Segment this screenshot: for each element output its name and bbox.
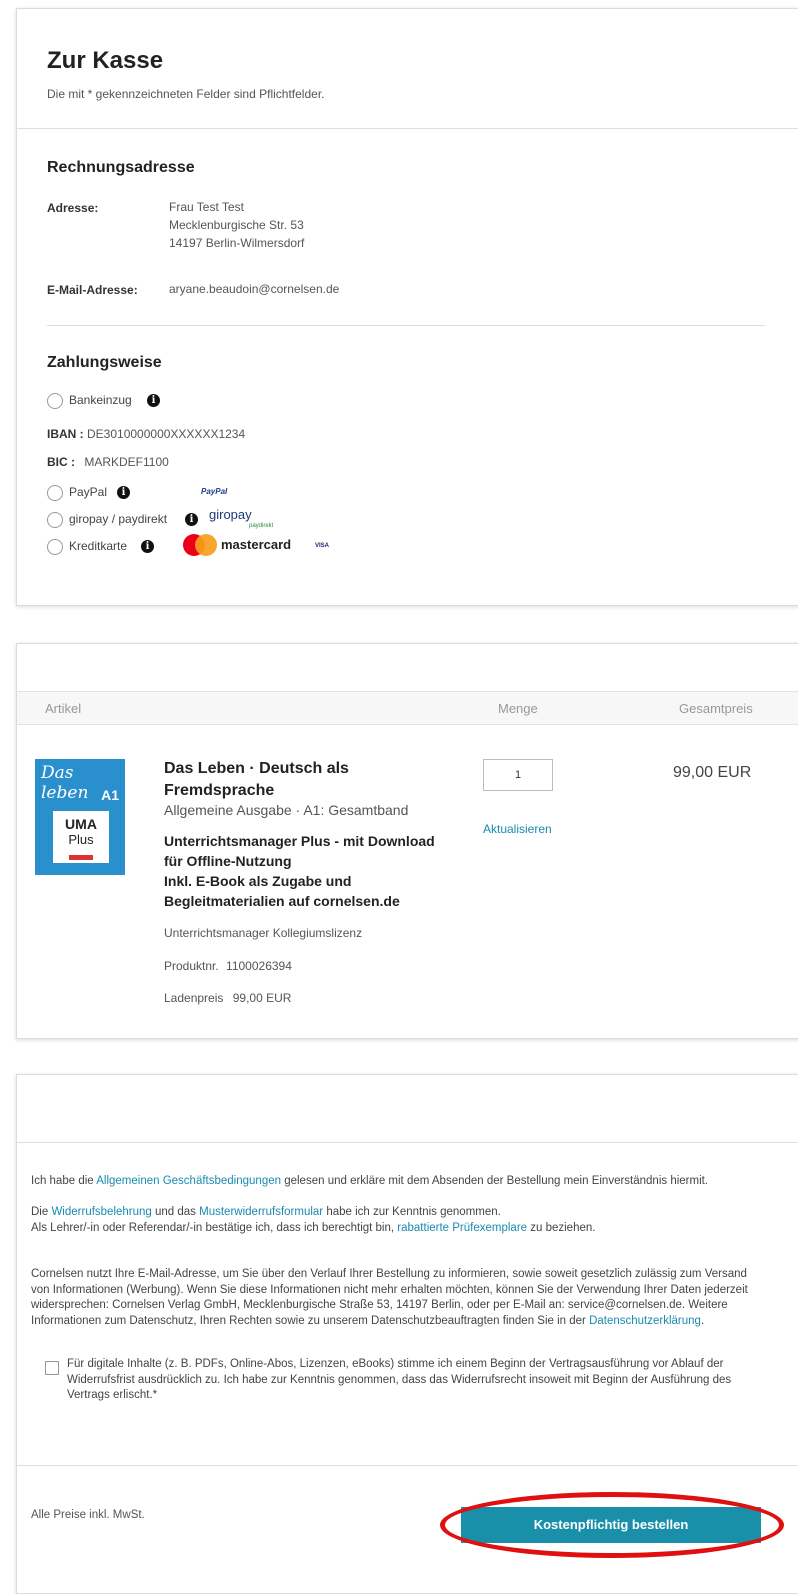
billing-heading: Rechnungsadresse xyxy=(47,159,195,176)
paypal-logo-text: PayPal xyxy=(201,487,228,496)
address-block: Frau Test Test Mecklenburgische Str. 53 … xyxy=(169,198,304,252)
checkout-card: Zur Kasse Die mit * gekennzeichneten Fel… xyxy=(16,8,798,606)
shop-price-row: Ladenpreis 99,00 EUR xyxy=(164,991,291,1005)
terms-text: gelesen und erkläre mit dem Absenden der… xyxy=(281,1175,709,1187)
product-license: Unterrichtsmanager Kollegiumslizenz xyxy=(164,926,363,940)
shop-price-label: Ladenpreis xyxy=(164,991,224,1005)
column-header-quantity: Menge xyxy=(498,701,538,716)
terms-text: Die xyxy=(31,1206,52,1218)
terms-text: habe ich zur Kenntnis genommen. xyxy=(323,1206,501,1218)
info-icon[interactable]: i xyxy=(147,394,160,407)
product-number-row: Produktnr. 1100026394 xyxy=(164,959,292,973)
terms-text: Als Lehrer/-in oder Referendar/-in bestä… xyxy=(31,1222,398,1234)
iban-row: IBAN : DE3010000000XXXXXX1234 xyxy=(47,427,245,441)
product-description-line: Begleitmaterialien auf cornelsen.de xyxy=(164,893,400,909)
privacy-text: . xyxy=(700,1314,705,1327)
divider xyxy=(17,1142,798,1143)
cover-level: A1 xyxy=(101,787,119,803)
terms-withdrawal: Die Widerrufsbelehrung und das Musterwid… xyxy=(31,1205,761,1221)
terms-agb: Ich habe die Allgemeinen Geschäftsbeding… xyxy=(31,1174,761,1190)
bic-label: BIC : xyxy=(47,455,75,469)
terms-card: Ich habe die Allgemeinen Geschäftsbeding… xyxy=(16,1074,798,1594)
address-label: Adresse: xyxy=(47,201,99,215)
info-icon[interactable]: i xyxy=(141,540,154,553)
cover-badge: UMA Plus xyxy=(53,811,109,863)
payment-heading: Zahlungsweise xyxy=(47,354,162,371)
privacy-notice: Cornelsen nutzt Ihre E-Mail-Adresse, um … xyxy=(31,1267,761,1329)
product-description: Unterrichtsmanager Plus - mit Download f… xyxy=(164,831,435,911)
cornelsen-logo xyxy=(69,855,93,860)
terms-text: Ich habe die xyxy=(31,1175,97,1187)
address-line: Frau Test Test xyxy=(169,200,244,214)
radio-bankeinzug[interactable] xyxy=(47,393,63,409)
consent-text: Für digitale Inhalte (z. B. PDFs, Online… xyxy=(67,1358,732,1401)
product-description-line: Inkl. E-Book als Zugabe und xyxy=(164,873,352,889)
mastercard-icon xyxy=(183,534,217,556)
paydirekt-logo: paydirekt xyxy=(249,523,274,529)
update-link[interactable]: Aktualisieren xyxy=(483,822,552,836)
giropay-logo: giropay xyxy=(209,507,252,522)
paypal-logo: PayPal xyxy=(201,487,227,496)
visa-logo: VISA xyxy=(315,543,330,549)
divider xyxy=(47,325,765,326)
bic-row: BIC : MARKDEF1100 xyxy=(47,455,169,469)
info-icon[interactable]: i xyxy=(117,486,130,499)
option-label-kreditkarte: Kreditkarte xyxy=(69,539,128,553)
terms-text: zu beziehen. xyxy=(527,1222,596,1234)
iban-value: DE3010000000XXXXXX1234 xyxy=(87,427,246,441)
giropay-logo-text: giropay xyxy=(209,507,252,522)
divider xyxy=(17,1465,798,1466)
product-name-line: Fremdsprache xyxy=(164,782,275,799)
address-line: 14197 Berlin-Wilmersdorf xyxy=(169,236,305,250)
terms-text: und das xyxy=(151,1206,200,1218)
cover-badge-plus: Plus xyxy=(68,832,94,847)
product-name[interactable]: Das Leben · Deutsch als Fremdsprache xyxy=(164,758,349,802)
column-header-article: Artikel xyxy=(45,701,82,716)
option-label-bankeinzug: Bankeinzug xyxy=(69,393,132,407)
info-icon[interactable]: i xyxy=(185,513,198,526)
column-header-total: Gesamtpreis xyxy=(679,701,753,716)
product-description-line: Unterrichtsmanager Plus - mit Download xyxy=(164,833,435,849)
page-title: Zur Kasse xyxy=(47,47,164,74)
agb-link[interactable]: Allgemeinen Geschäftsbedingungen xyxy=(96,1175,281,1187)
product-number: 1100026394 xyxy=(226,959,292,973)
radio-giropay[interactable] xyxy=(47,512,63,528)
terms-teacher: Als Lehrer/-in oder Referendar/-in bestä… xyxy=(31,1221,761,1237)
table-header: Artikel Menge Gesamtpreis xyxy=(17,691,798,725)
withdrawal-form-link[interactable]: Musterwiderrufsformular xyxy=(199,1206,323,1218)
product-name-line: Das Leben · Deutsch als xyxy=(164,760,349,777)
shop-price: 99,00 EUR xyxy=(232,991,292,1005)
quantity-input[interactable]: 1 xyxy=(483,759,553,791)
review-copies-link[interactable]: rabattierte Prüfexemplare xyxy=(397,1222,527,1234)
iban-label: IBAN : xyxy=(47,427,84,441)
consent-checkbox[interactable] xyxy=(45,1361,59,1375)
product-cover-image[interactable]: Das leben A1 UMA Plus xyxy=(35,759,125,875)
radio-paypal[interactable] xyxy=(47,485,63,501)
privacy-policy-link[interactable]: Datenschutzerklärung xyxy=(589,1315,701,1327)
divider xyxy=(17,128,798,129)
email-value: aryane.beaudoin@cornelsen.de xyxy=(169,282,340,296)
cover-badge-uma: UMA xyxy=(65,816,97,832)
required-note: Die mit * gekennzeichneten Felder sind P… xyxy=(47,87,325,101)
option-label-giropay: giropay / paydirekt xyxy=(69,512,168,526)
email-label: E-Mail-Adresse: xyxy=(47,283,138,297)
line-total: 99,00 EUR xyxy=(673,764,752,781)
address-line: Mecklenburgische Str. 53 xyxy=(169,218,304,232)
product-number-label: Produktnr. xyxy=(164,959,219,973)
vat-note: Alle Preise inkl. MwSt. xyxy=(31,1509,145,1521)
product-description-line: für Offline-Nutzung xyxy=(164,853,292,869)
radio-kreditkarte[interactable] xyxy=(47,539,63,555)
mastercard-logo-text: mastercard xyxy=(221,537,292,552)
withdrawal-policy-link[interactable]: Widerrufsbelehrung xyxy=(51,1206,151,1218)
bic-value: MARKDEF1100 xyxy=(84,455,169,469)
product-edition: Allgemeine Ausgabe · A1: Gesamtband xyxy=(164,802,409,818)
option-label-paypal: PayPal xyxy=(69,485,108,499)
order-button[interactable]: Kostenpflichtig bestellen xyxy=(461,1507,761,1543)
cart-card: Artikel Menge Gesamtpreis Das leben A1 U… xyxy=(16,643,798,1039)
